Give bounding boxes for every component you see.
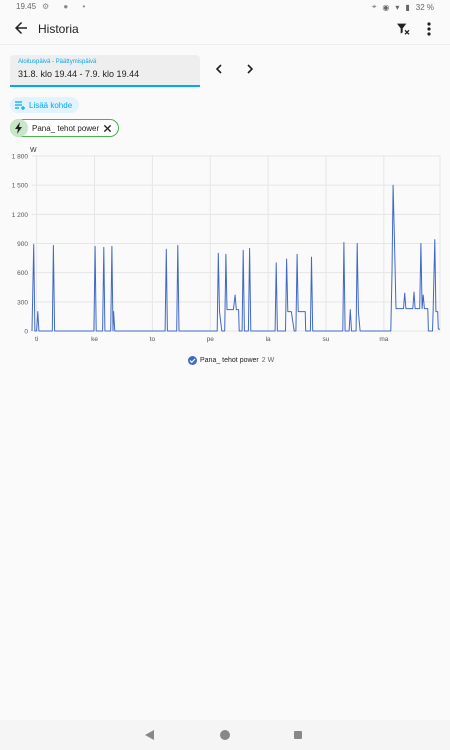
y-tick-label: 900 bbox=[17, 241, 28, 248]
wifi-icon: ▾ bbox=[395, 2, 400, 12]
more-vert-icon[interactable] bbox=[422, 20, 436, 38]
history-chart: 0 300 600 900 1 200 1 500 1 800 ti ke to pe la su ma W bbox=[12, 147, 441, 343]
battery-icon: ▮ bbox=[405, 2, 410, 12]
x-tick-label: ti bbox=[35, 336, 38, 343]
entity-chip[interactable]: Pana_ tehot power bbox=[10, 119, 120, 137]
playlist-add-icon bbox=[15, 101, 25, 110]
add-target-button[interactable]: Lisää kohde bbox=[10, 97, 80, 113]
add-target-label: Lisää kohde bbox=[29, 100, 73, 110]
series-line bbox=[31, 184, 440, 332]
date-range-field[interactable]: Aloituspäivä - Päättymispäivä 31.8. klo … bbox=[10, 55, 200, 87]
y-tick-label: 600 bbox=[17, 270, 28, 277]
page-title: Historia bbox=[38, 22, 79, 36]
check-icon bbox=[188, 356, 197, 365]
close-icon[interactable] bbox=[103, 124, 112, 133]
date-range-value: 31.8. klo 19.44 - 7.9. klo 19.44 bbox=[18, 69, 140, 79]
x-tick-label: to bbox=[150, 336, 156, 343]
previous-range-icon[interactable] bbox=[212, 62, 226, 76]
legend-label: Pana_ tehot power bbox=[200, 357, 259, 364]
next-range-icon[interactable] bbox=[243, 62, 257, 76]
location-icon: ⌖ bbox=[371, 2, 377, 11]
back-arrow-icon[interactable] bbox=[12, 19, 30, 37]
status-time: 19.45 bbox=[16, 2, 37, 11]
x-tick-label: pe bbox=[207, 336, 215, 343]
chart-legend[interactable]: Pana_ tehot power 2 W bbox=[188, 356, 274, 365]
y-tick-label: 1 200 bbox=[12, 212, 29, 219]
y-tick-label: 300 bbox=[17, 299, 28, 306]
status-right: ⌖ ◉ ▾ ▮ 32 % bbox=[372, 2, 434, 12]
filter-remove-icon[interactable] bbox=[395, 21, 411, 37]
battery-percent: 32 % bbox=[415, 2, 434, 12]
x-tick-label: ma bbox=[379, 336, 388, 343]
eye-icon: ◉ bbox=[382, 2, 390, 12]
nav-recents-icon[interactable] bbox=[294, 731, 302, 739]
y-tick-label: 0 bbox=[24, 329, 28, 336]
x-tick-label: la bbox=[266, 336, 271, 343]
nav-back-icon[interactable] bbox=[145, 730, 155, 740]
status-notification-icons: ⚙ ● • bbox=[42, 2, 92, 11]
y-tick-label: 1 800 bbox=[12, 154, 29, 161]
x-tick-label: ke bbox=[91, 336, 98, 343]
legend-value: 2 W bbox=[261, 357, 275, 364]
status-bar: 19.45 ⚙ ● • ⌖ ◉ ▾ ▮ 32 % bbox=[0, 0, 450, 14]
app-bar: Historia bbox=[0, 14, 450, 45]
system-nav-bar bbox=[0, 720, 450, 750]
entity-chip-label: Pana_ tehot power bbox=[32, 123, 100, 133]
x-tick-label: su bbox=[323, 336, 330, 343]
y-tick-label: 1 500 bbox=[12, 183, 29, 190]
lightning-icon bbox=[10, 119, 28, 137]
y-axis-label: W bbox=[30, 147, 37, 154]
nav-home-icon[interactable] bbox=[220, 730, 230, 740]
date-range-label: Aloituspäivä - Päättymispäivä bbox=[18, 59, 97, 65]
